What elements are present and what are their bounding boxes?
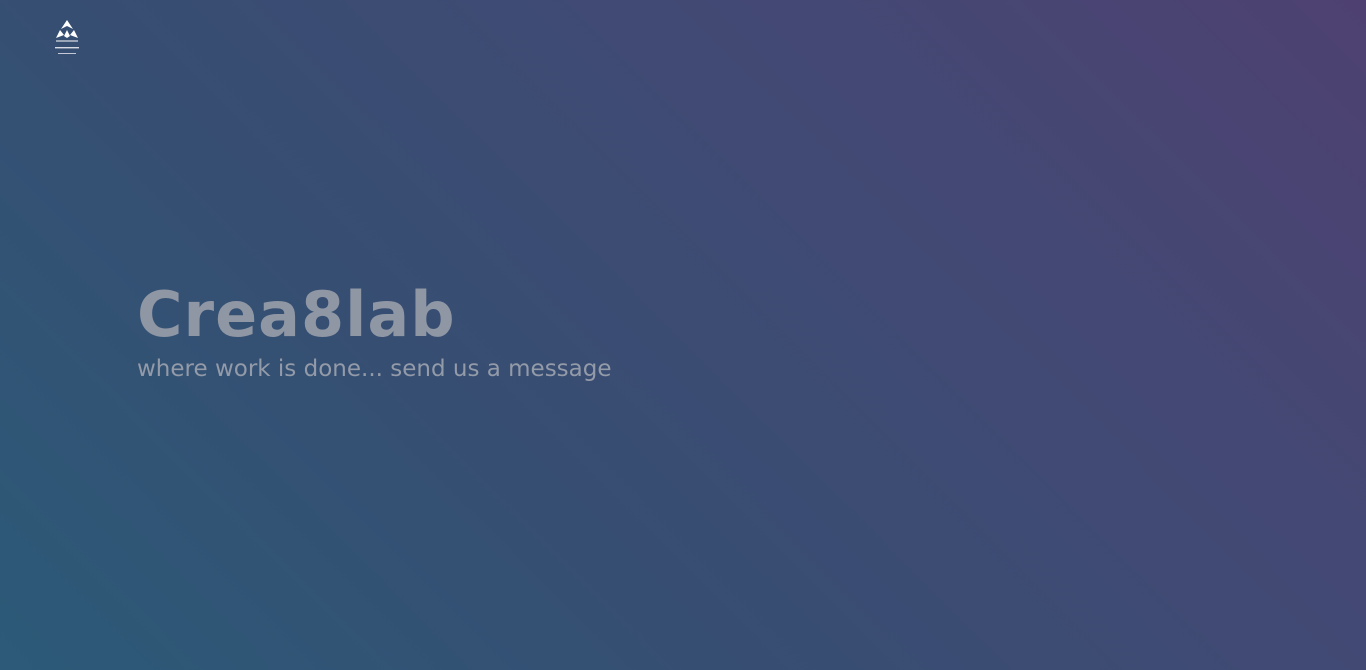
logo-mark-icon	[55, 20, 79, 54]
crea8lab-logo-icon[interactable]	[52, 18, 82, 58]
hero-title: Crea8lab	[137, 278, 456, 351]
hero-subtitle-link[interactable]: where work is done... send us a message	[137, 354, 937, 384]
hero-section: Crea8lab where work is done... send us a…	[137, 280, 937, 384]
